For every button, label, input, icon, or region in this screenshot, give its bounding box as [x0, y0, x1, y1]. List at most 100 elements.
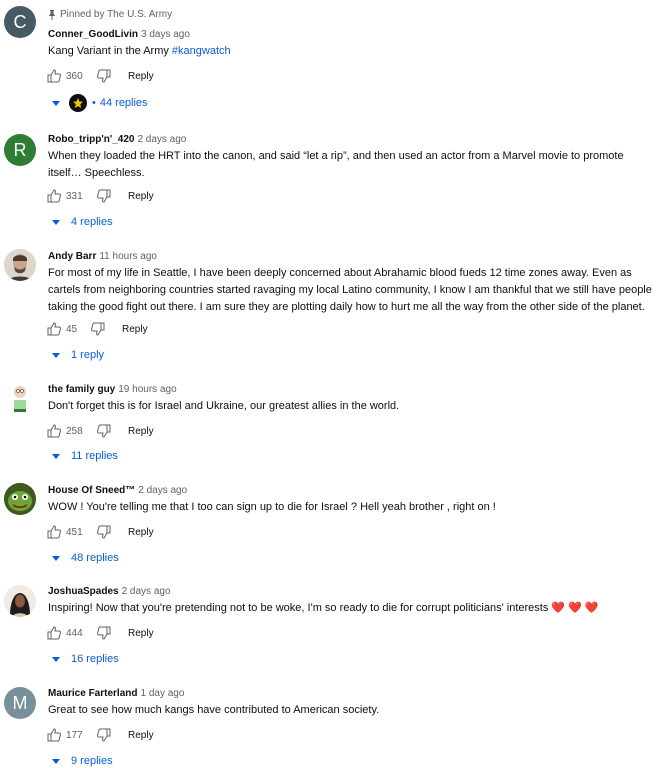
- comment-time[interactable]: 19 hours ago: [118, 384, 176, 395]
- replies-count: 11 replies: [71, 450, 118, 462]
- like-button[interactable]: [46, 321, 62, 337]
- avatar[interactable]: R: [4, 134, 36, 166]
- comment-text: WOW ! You're telling me that I too can s…: [48, 501, 496, 513]
- caret-down-icon: [52, 758, 60, 764]
- avatar[interactable]: M: [4, 687, 36, 719]
- reply-button[interactable]: Reply: [128, 191, 154, 202]
- thumbs-down-icon: [97, 424, 111, 438]
- thumbs-up-icon: [47, 525, 61, 539]
- view-replies-button[interactable]: 11 replies: [52, 448, 118, 464]
- comment-header: Conner_GoodLivin 3 days ago: [48, 29, 190, 40]
- caret-down-icon: [52, 453, 60, 459]
- comment-body: Kang Variant in the Army: [48, 45, 172, 57]
- reply-button[interactable]: Reply: [128, 628, 154, 639]
- comment-text: For most of my life in Seattle, I have b…: [48, 267, 652, 313]
- avatar-letter: M: [12, 692, 28, 713]
- thumbs-up-icon: [47, 189, 61, 203]
- like-button[interactable]: [46, 727, 62, 743]
- comments-section: C Pinned by The U.S. Army Conner_GoodLiv…: [0, 0, 667, 768]
- view-replies-button[interactable]: 9 replies: [52, 753, 113, 768]
- reply-button[interactable]: Reply: [128, 527, 154, 538]
- view-replies-button[interactable]: 16 replies: [52, 651, 119, 667]
- avatar[interactable]: C: [4, 6, 36, 38]
- comment-header: House Of Sneed™ 2 days ago: [48, 485, 187, 496]
- dislike-button[interactable]: [96, 68, 112, 84]
- comment-time[interactable]: 3 days ago: [141, 29, 190, 40]
- heart-emojis: ❤️ ❤️ ❤️: [551, 602, 599, 614]
- user-photo-icon: [4, 585, 36, 617]
- caret-down-icon: [52, 555, 60, 561]
- cartoon-avatar-icon: [4, 382, 36, 414]
- like-count: 444: [66, 627, 83, 639]
- like-button[interactable]: [46, 68, 62, 84]
- replies-count: 9 replies: [71, 755, 113, 767]
- comment-time[interactable]: 2 days ago: [138, 485, 187, 496]
- comment-text: When they loaded the HRT into the canon,…: [48, 150, 624, 179]
- view-replies-button[interactable]: 48 replies: [52, 550, 119, 566]
- like-count: 331: [66, 190, 83, 202]
- star-icon: [73, 98, 83, 108]
- comment-time[interactable]: 11 hours ago: [99, 251, 157, 262]
- like-count: 258: [66, 425, 83, 437]
- dislike-button[interactable]: [96, 188, 112, 204]
- reply-button[interactable]: Reply: [128, 730, 154, 741]
- like-count: 451: [66, 526, 83, 538]
- hashtag-link[interactable]: #kangwatch: [172, 45, 231, 57]
- avatar[interactable]: [4, 382, 36, 414]
- comment-body: Inspiring! Now that you're pretending no…: [48, 602, 552, 614]
- user-photo-icon: [4, 249, 36, 281]
- comment-header: the family guy 19 hours ago: [48, 384, 177, 395]
- comment-header: JoshuaSpades 2 days ago: [48, 586, 171, 597]
- author-name[interactable]: Conner_GoodLivin: [48, 29, 138, 40]
- separator-dot: •: [92, 97, 96, 109]
- author-name[interactable]: Robo_tripp'n'_420: [48, 134, 134, 145]
- avatar[interactable]: [4, 249, 36, 281]
- thumbs-up-icon: [47, 424, 61, 438]
- dislike-button[interactable]: [96, 524, 112, 540]
- comment-text: Inspiring! Now that you're pretending no…: [48, 600, 658, 617]
- view-replies-button[interactable]: 1 reply: [52, 347, 104, 363]
- author-name[interactable]: JoshuaSpades: [48, 586, 119, 597]
- avatar-letter: C: [13, 11, 27, 32]
- replies-count: 16 replies: [71, 653, 119, 665]
- like-button[interactable]: [46, 188, 62, 204]
- comment-time[interactable]: 1 day ago: [140, 688, 184, 699]
- creator-avatar: [69, 94, 87, 112]
- comment-header: Maurice Farterland 1 day ago: [48, 688, 184, 699]
- reply-button[interactable]: Reply: [128, 71, 154, 82]
- view-replies-button[interactable]: 4 replies: [52, 214, 113, 230]
- reply-button[interactable]: Reply: [122, 324, 148, 335]
- like-button[interactable]: [46, 524, 62, 540]
- dislike-button[interactable]: [96, 727, 112, 743]
- comment-actions: 444 Reply: [46, 625, 154, 641]
- thumbs-up-icon: [47, 69, 61, 83]
- pin-icon: [49, 9, 55, 20]
- comment-actions: 177 Reply: [46, 727, 154, 743]
- comment-header: Robo_tripp'n'_420 2 days ago: [48, 134, 186, 145]
- comment-time[interactable]: 2 days ago: [122, 586, 171, 597]
- reply-button[interactable]: Reply: [128, 426, 154, 437]
- caret-down-icon: [52, 352, 60, 358]
- dislike-button[interactable]: [96, 423, 112, 439]
- pinned-label: Pinned by The U.S. Army: [60, 9, 173, 20]
- like-count: 45: [66, 323, 78, 335]
- avatar[interactable]: [4, 585, 36, 617]
- avatar[interactable]: [4, 483, 36, 515]
- author-name[interactable]: the family guy: [48, 384, 115, 395]
- caret-down-icon: [52, 100, 60, 106]
- thumbs-down-icon: [97, 69, 111, 83]
- like-button[interactable]: [46, 625, 62, 641]
- author-name[interactable]: Maurice Farterland: [48, 688, 137, 699]
- avatar-letter: R: [13, 139, 27, 160]
- author-name[interactable]: Andy Barr: [48, 251, 96, 262]
- comment-time[interactable]: 2 days ago: [137, 134, 186, 145]
- like-button[interactable]: [46, 423, 62, 439]
- comment-actions: 331 Reply: [46, 188, 154, 204]
- view-replies-button[interactable]: • 44 replies: [52, 94, 148, 112]
- comment-actions: 258 Reply: [46, 423, 154, 439]
- frog-avatar-icon: [4, 483, 36, 515]
- dislike-button[interactable]: [90, 321, 106, 337]
- comment-text: Kang Variant in the Army #kangwatch: [48, 43, 658, 60]
- author-name[interactable]: House Of Sneed™: [48, 485, 135, 496]
- dislike-button[interactable]: [96, 625, 112, 641]
